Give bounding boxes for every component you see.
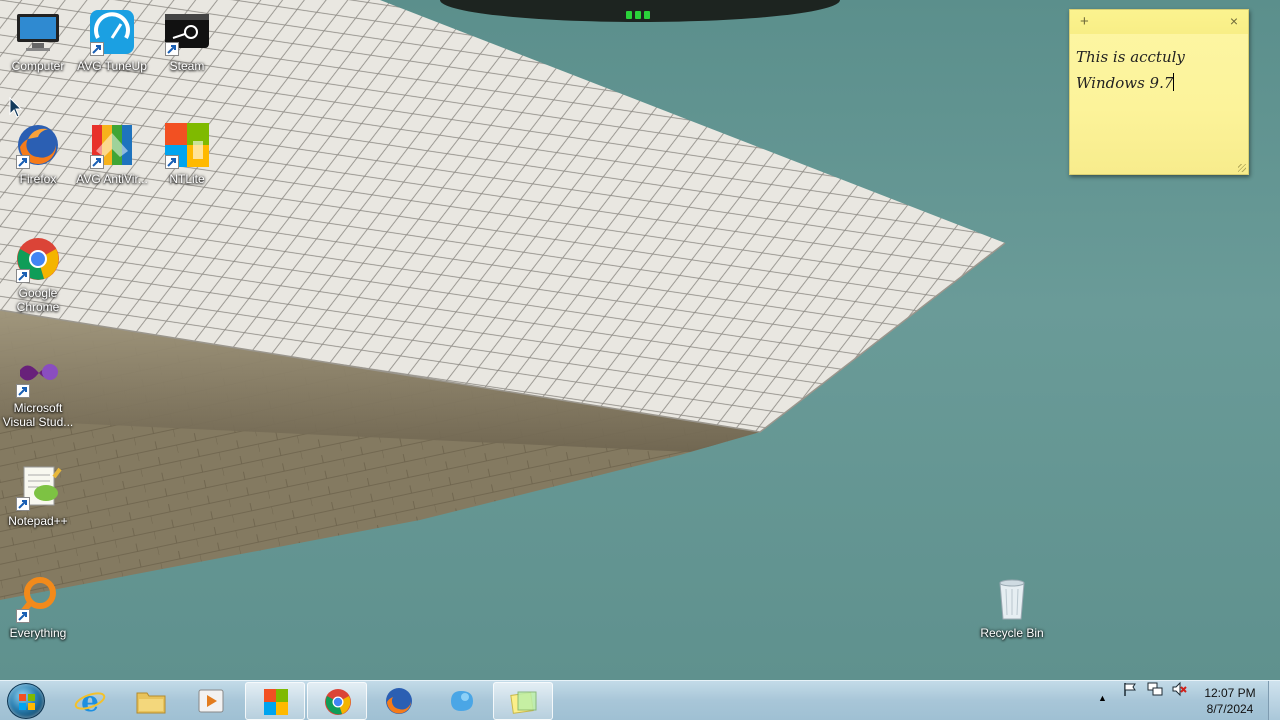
folder-icon [136, 692, 166, 714]
shortcut-arrow-icon [16, 269, 30, 283]
desktop-icon-label: AVG AntiVir... [76, 172, 148, 186]
taskbar-blue-app[interactable] [431, 682, 491, 720]
text-caret [1173, 73, 1175, 91]
desktop-icon-firefox[interactable]: Firefox [0, 121, 76, 186]
sticky-note-line-2-text: Windows 9.7 [1076, 74, 1174, 92]
network-icon[interactable] [1147, 681, 1163, 702]
desktop-icon-label: Notepad++ [8, 514, 68, 528]
desktop-icon-label: Everything [9, 626, 67, 640]
firefox-icon [386, 688, 412, 714]
sticky-note[interactable]: + × This is acctuly Windows 9.7 [1069, 9, 1249, 175]
chrome-icon [14, 235, 62, 283]
taskbar-chrome[interactable] [307, 682, 367, 720]
avg-antivirus-icon [88, 121, 136, 169]
desktop-icon-avg-antivirus[interactable]: AVG AntiVir... [74, 121, 150, 186]
desktop-icon-chrome[interactable]: Google Chrome [0, 235, 76, 314]
desktop-icon-label: Steam [169, 59, 205, 73]
taskbar-ntlite[interactable] [245, 682, 305, 720]
dock-indicator-icon [626, 6, 653, 24]
taskbar-file-explorer[interactable] [121, 682, 181, 720]
sticky-note-close-button[interactable]: × [1230, 13, 1238, 29]
shortcut-arrow-icon [16, 384, 30, 398]
shortcut-arrow-icon [16, 609, 30, 623]
desktop-icon-label: Computer [11, 59, 65, 73]
sticky-note-line-1: This is acctuly [1076, 48, 1185, 66]
start-button[interactable] [7, 683, 45, 719]
clock-date: 8/7/2024 [1206, 702, 1254, 716]
avg-tuneup-icon [88, 8, 136, 56]
volume-muted-icon[interactable] [1171, 681, 1187, 702]
desktop[interactable]: Computer AVG TuneUp Steam Firefox AVG An… [0, 0, 1280, 680]
mouse-cursor-icon [9, 97, 23, 118]
shortcut-arrow-icon [16, 497, 30, 511]
taskbar-internet-explorer[interactable]: e [60, 682, 120, 720]
desktop-icon-avg-tuneup[interactable]: AVG TuneUp [74, 8, 150, 73]
desktop-icon-label: Recycle Bin [980, 626, 1044, 640]
sticky-note-text[interactable]: This is acctuly Windows 9.7 [1070, 34, 1248, 96]
blue-app-icon [451, 691, 473, 711]
shortcut-arrow-icon [90, 42, 104, 56]
notepad-plus-plus-icon [14, 463, 62, 511]
chrome-icon [325, 689, 351, 715]
windows-orb-icon [19, 694, 35, 710]
steam-icon [163, 8, 211, 56]
desktop-icon-label: Firefox [19, 172, 57, 186]
ntlite-icon [163, 121, 211, 169]
visual-studio-icon [14, 350, 62, 398]
taskbar[interactable]: e ▲ 12:07 PM 8/7/2024 [0, 680, 1280, 720]
everything-search-icon [14, 575, 62, 623]
sticky-note-titlebar[interactable]: + × [1070, 10, 1248, 34]
show-desktop-button[interactable] [1268, 681, 1280, 720]
ntlite-icon [264, 689, 288, 715]
firefox-icon [14, 121, 62, 169]
shortcut-arrow-icon [90, 155, 104, 169]
taskbar-sticky-notes[interactable] [493, 682, 553, 720]
desktop-icon-computer[interactable]: Computer [0, 8, 76, 73]
clock[interactable]: 12:07 PM 8/7/2024 [1196, 685, 1264, 717]
shortcut-arrow-icon [165, 42, 179, 56]
taskbar-media-player[interactable] [181, 682, 241, 720]
sticky-notes-icon [510, 691, 537, 714]
internet-explorer-icon: e [74, 687, 106, 715]
computer-icon [14, 8, 62, 56]
sticky-note-add-button[interactable]: + [1080, 13, 1089, 30]
shortcut-arrow-icon [165, 155, 179, 169]
desktop-icon-recycle-bin[interactable]: Recycle Bin [974, 575, 1050, 640]
desktop-icon-everything[interactable]: Everything [0, 575, 76, 640]
desktop-icon-label: Microsoft Visual Stud... [2, 401, 74, 429]
resize-grip-icon[interactable] [1238, 164, 1246, 172]
shortcut-arrow-icon [16, 155, 30, 169]
media-player-icon [198, 689, 224, 713]
desktop-icon-visual-studio[interactable]: Microsoft Visual Stud... [0, 350, 76, 429]
taskbar-firefox[interactable] [369, 682, 429, 720]
desktop-icon-notepad-plus-plus[interactable]: Notepad++ [0, 463, 76, 528]
sticky-note-line-2: Windows 9.7 [1076, 70, 1242, 96]
desktop-icon-label: Google Chrome [16, 286, 60, 314]
show-hidden-icons-button[interactable]: ▲ [1098, 693, 1107, 703]
flag-icon[interactable] [1122, 681, 1138, 702]
desktop-icon-steam[interactable]: Steam [149, 8, 225, 73]
svg-text:e: e [81, 687, 99, 715]
desktop-icon-label: NTLite [169, 172, 205, 186]
desktop-icon-ntlite[interactable]: NTLite [149, 121, 225, 186]
recycle-bin-icon [988, 575, 1036, 623]
clock-time: 12:07 PM [1204, 686, 1256, 700]
desktop-icon-label: AVG TuneUp [77, 59, 147, 73]
